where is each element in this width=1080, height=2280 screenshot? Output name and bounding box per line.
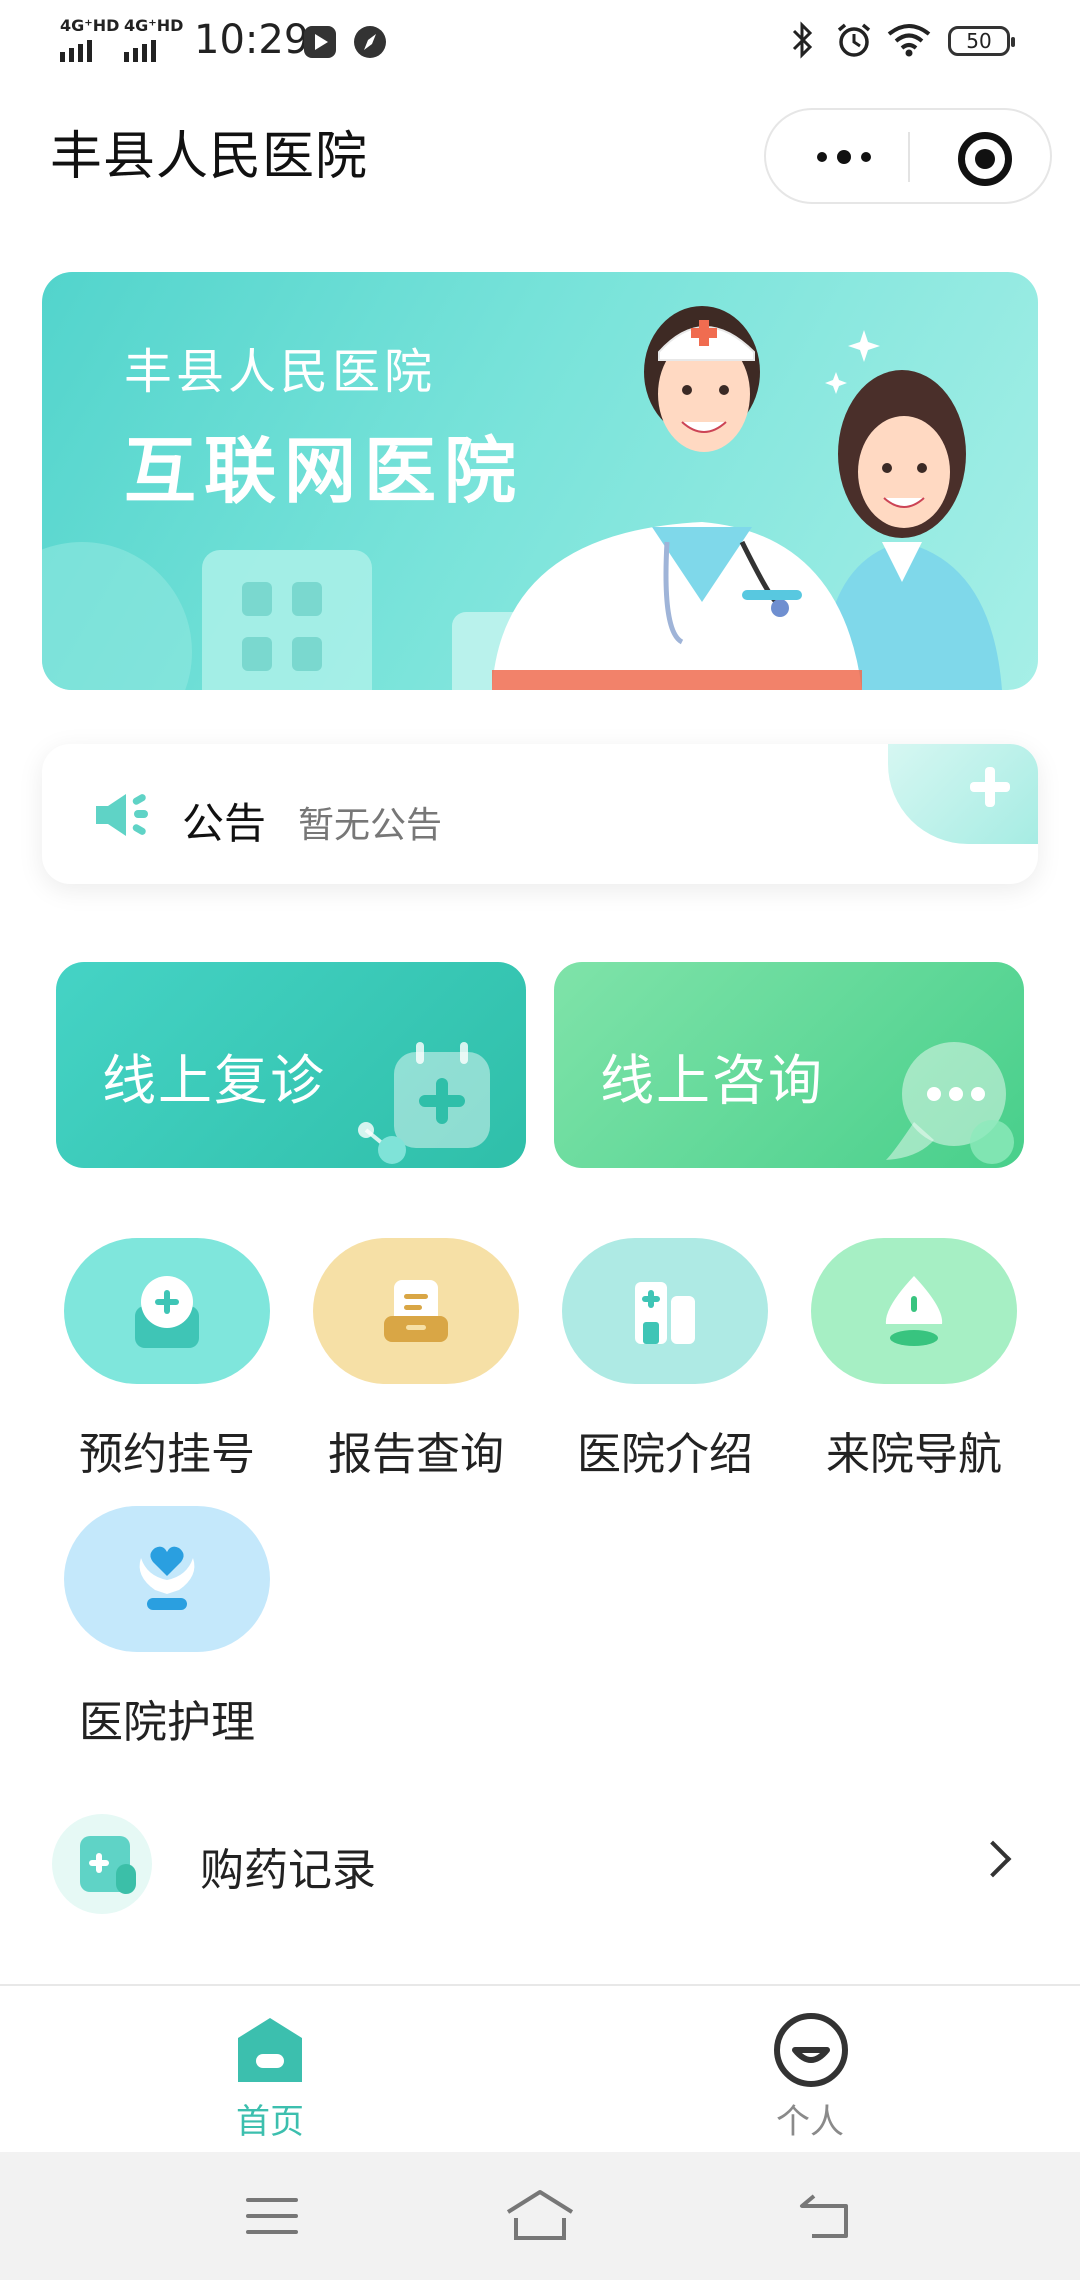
- tab-profile-label: 个人: [776, 2102, 844, 2142]
- status-time: 10:29: [194, 17, 310, 63]
- back-icon[interactable]: [796, 2190, 854, 2242]
- hero-banner[interactable]: 丰县人民医院 互联网医院: [42, 272, 1038, 690]
- signal-2: 4G⁺HD: [124, 18, 183, 62]
- grid-item-navigation[interactable]: 来院导航: [809, 1238, 1019, 1482]
- notice-bar[interactable]: 公告 暂无公告: [42, 744, 1038, 884]
- chat-bubble-icon: [886, 1042, 1014, 1164]
- chevron-right-icon: [974, 1840, 1012, 1878]
- online-consult-card[interactable]: 线上咨询: [554, 962, 1024, 1168]
- tab-bar: 首页 个人: [0, 1984, 1080, 2154]
- nursing-icon-bg: [64, 1506, 270, 1652]
- speaker-icon: [96, 794, 148, 836]
- hospital-icon: [635, 1282, 695, 1344]
- menu-icon[interactable]: [244, 2194, 300, 2238]
- compass-app-icon: [354, 26, 386, 58]
- notice-label: 公告: [182, 799, 267, 848]
- tab-home[interactable]: 首页: [180, 2006, 360, 2146]
- grid-item-appointment[interactable]: 预约挂号: [62, 1238, 272, 1482]
- report-icon: [384, 1280, 448, 1342]
- wifi-icon: [887, 24, 931, 57]
- banner-title: 互联网医院: [124, 429, 525, 513]
- network-label-2: 4G⁺HD: [124, 16, 184, 35]
- appointment-label: 预约挂号: [79, 1429, 255, 1480]
- navigation-icon-bg: [811, 1238, 1017, 1384]
- page-title: 丰县人民医院: [50, 127, 369, 187]
- grid-item-report[interactable]: 报告查询: [311, 1238, 521, 1482]
- nursing-label: 医院护理: [79, 1697, 255, 1748]
- online-revisit-label: 线上复诊: [102, 1049, 326, 1112]
- online-revisit-card[interactable]: 线上复诊: [56, 962, 526, 1168]
- report-icon-bg: [313, 1238, 519, 1384]
- hospital-intro-label: 医院介绍: [577, 1429, 753, 1480]
- tab-home-label: 首页: [236, 2102, 304, 2142]
- grid-item-nursing[interactable]: 医院护理: [62, 1506, 272, 1750]
- more-options-icon[interactable]: [804, 130, 884, 184]
- battery-indicator: 50: [948, 26, 1015, 56]
- grid-item-hospital-intro[interactable]: 医院介绍: [560, 1238, 770, 1482]
- system-navigation-bar: [0, 2152, 1080, 2280]
- home-button-icon[interactable]: [504, 2188, 576, 2244]
- video-app-icon: [304, 26, 336, 58]
- tab-profile[interactable]: 个人: [720, 2006, 900, 2146]
- navigation-label: 来院导航: [826, 1429, 1002, 1480]
- home-icon: [238, 2018, 302, 2082]
- hospital-intro-icon-bg: [562, 1238, 768, 1384]
- plus-decoration-icon: [888, 744, 1038, 844]
- profile-face-icon: [774, 2013, 848, 2087]
- appointment-icon-bg: [64, 1238, 270, 1384]
- capsule-divider: [908, 132, 910, 182]
- banner-subtitle: 丰县人民医院: [124, 344, 437, 400]
- signal-bars-icon: [124, 34, 183, 62]
- network-label-1: 4G⁺HD: [60, 16, 120, 35]
- signal-1: 4G⁺HD: [60, 18, 119, 62]
- list-item-medicine-record[interactable]: 购药记录: [0, 1802, 1080, 1924]
- status-bar: 4G⁺HD 4G⁺HD 10:29 50: [0, 0, 1080, 84]
- signal-bars-icon: [60, 34, 119, 62]
- medicine-record-icon: [52, 1814, 152, 1914]
- medicine-record-label: 购药记录: [200, 1845, 376, 1896]
- mini-program-capsule: [764, 108, 1052, 204]
- care-heart-icon: [139, 1546, 195, 1610]
- report-label: 报告查询: [328, 1429, 504, 1480]
- calendar-plus-icon: [358, 1042, 490, 1164]
- close-target-icon[interactable]: [958, 132, 1012, 186]
- bluetooth-icon: [792, 21, 813, 59]
- alarm-icon: [837, 23, 871, 57]
- notice-text: 暂无公告: [298, 805, 443, 846]
- online-consult-label: 线上咨询: [600, 1049, 824, 1112]
- navigation-icon: [885, 1276, 943, 1346]
- clock-plus-icon: [135, 1276, 199, 1348]
